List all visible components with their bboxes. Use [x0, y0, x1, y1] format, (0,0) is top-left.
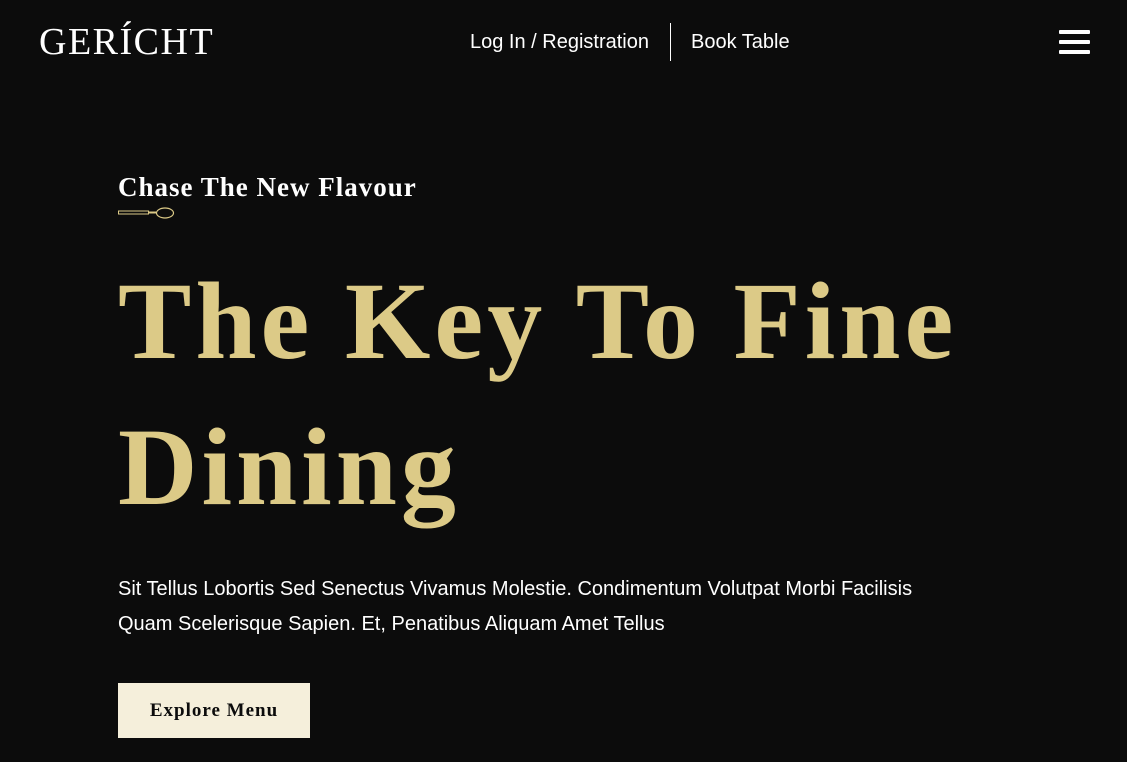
explore-menu-button[interactable]: Explore Menu [118, 683, 310, 738]
description-line-1: Sit Tellus Lobortis Sed Senectus Vivamus… [118, 578, 913, 600]
hero-headline: The Key To Fine Dining [118, 248, 957, 540]
brand-logo[interactable]: GERÍCHT [39, 21, 214, 63]
book-table-link[interactable]: Book Table [691, 31, 790, 54]
description-line-2: Quam Scelerisque Sapien. Et, Penatibus A… [118, 613, 665, 635]
headline-line-2: Dining [118, 406, 460, 528]
hero-subtitle: Chase The New Flavour [118, 172, 417, 202]
hero-description: Sit Tellus Lobortis Sed Senectus Vivamus… [118, 572, 998, 642]
navbar: GERÍCHT Log In / Registration Book Table [0, 0, 1127, 84]
headline-line-1: The Key To Fine [118, 260, 958, 382]
login-registration-link[interactable]: Log In / Registration [470, 31, 649, 54]
nav-links: Log In / Registration Book Table [470, 22, 790, 62]
hamburger-menu-icon[interactable] [1059, 30, 1090, 54]
spoon-icon [118, 207, 175, 219]
nav-divider [670, 23, 671, 61]
